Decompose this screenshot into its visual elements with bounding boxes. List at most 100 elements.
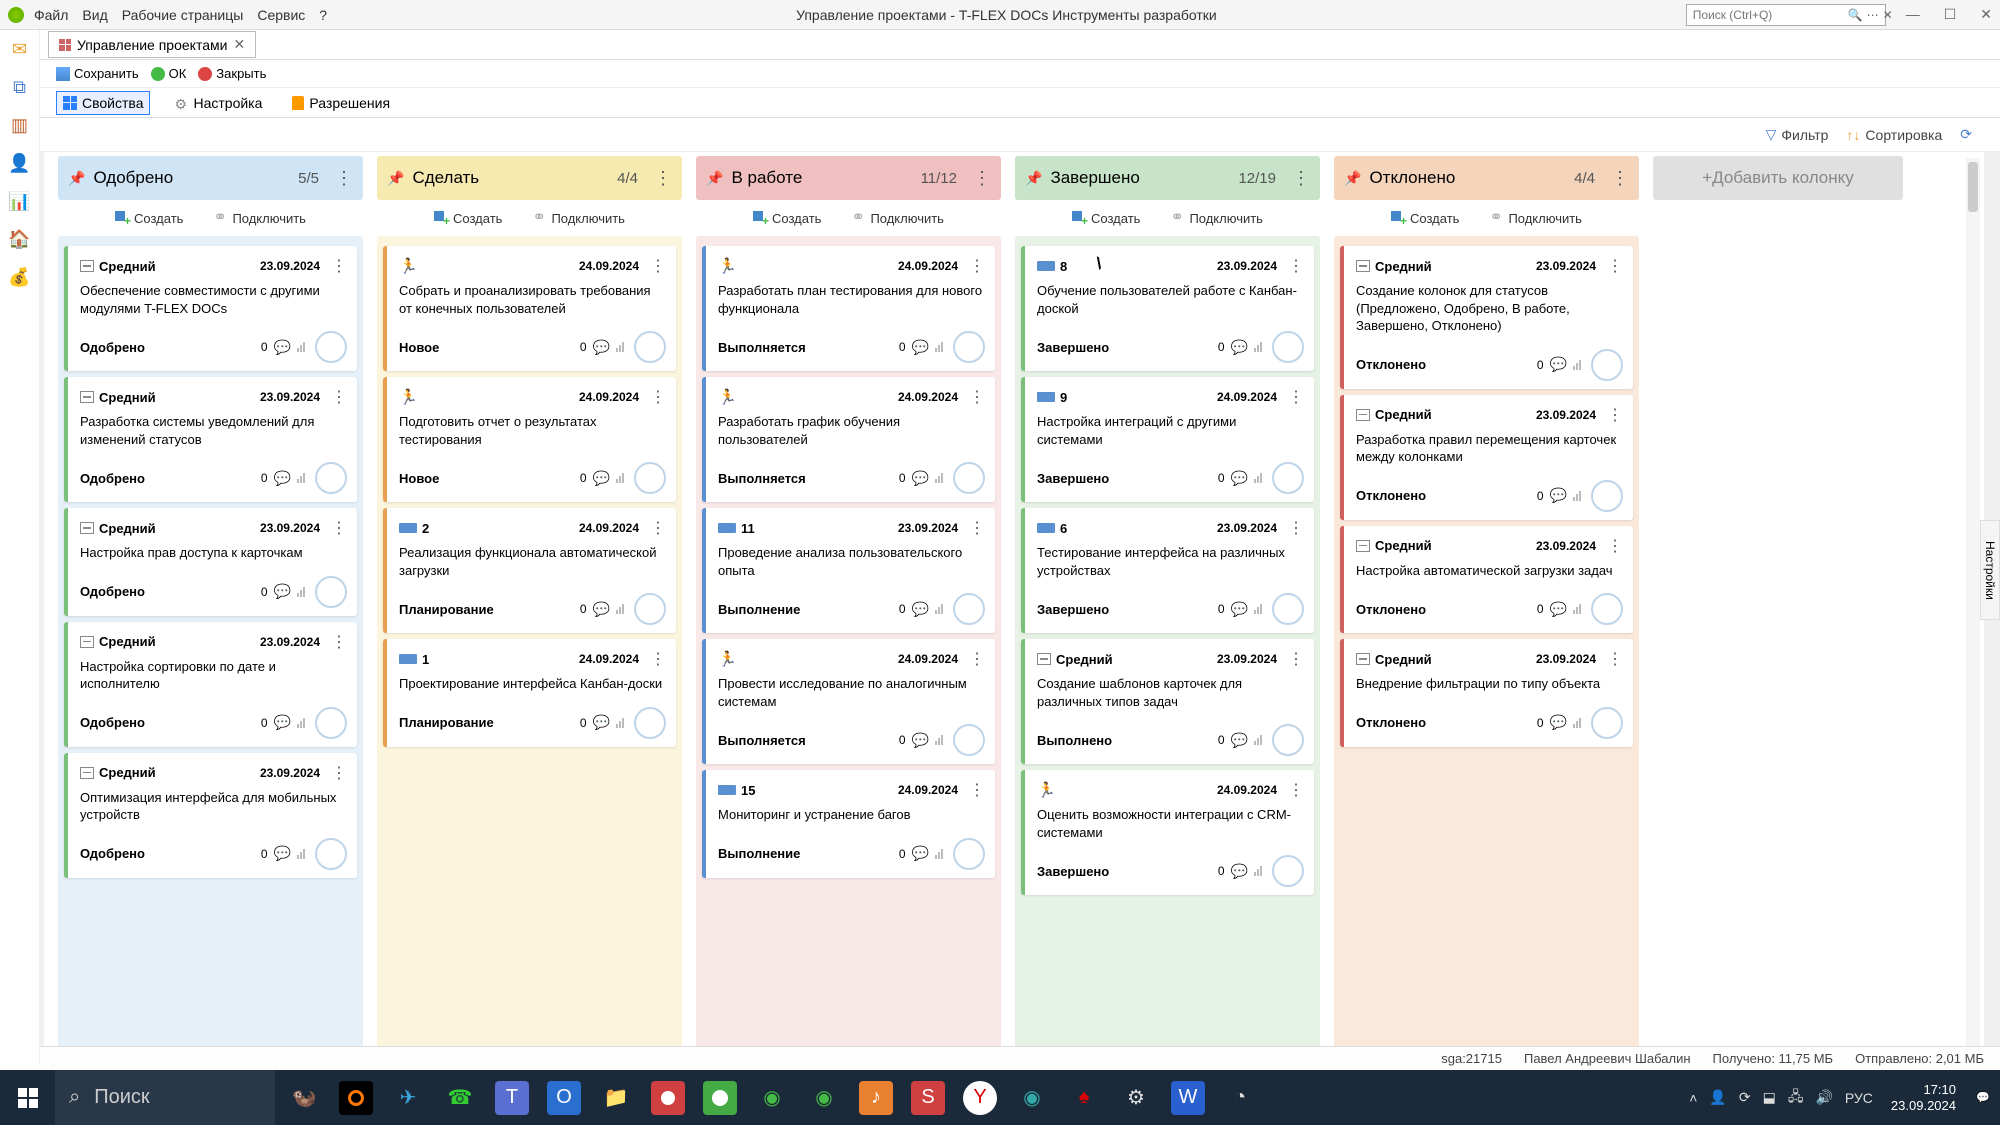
card-avatar[interactable] [634, 707, 666, 739]
create-card-button[interactable]: Создать [1072, 211, 1140, 226]
taskbar-app-whatsapp[interactable]: ☎ [443, 1081, 477, 1115]
pin-icon[interactable]: 📌 [1344, 170, 1361, 187]
tray-cloud-sync-icon[interactable]: ⟳ [1739, 1089, 1751, 1106]
finance-icon[interactable]: 💰 [7, 264, 33, 290]
search-clear-icon[interactable]: ✕ [1883, 8, 1893, 22]
taskbar-app-otter[interactable]: 🦦 [287, 1081, 321, 1115]
comment-icon[interactable]: 💬 [1231, 601, 1248, 618]
kanban-card[interactable]: 🏃 24.09.2024 ⋮ Оценить возможности интег… [1021, 770, 1314, 895]
tray-network-icon[interactable]: 🖧 [1788, 1086, 1804, 1110]
comment-icon[interactable]: 💬 [274, 583, 291, 600]
column-header[interactable]: 📌 В работе 11/12 ⋮ [696, 156, 1001, 200]
poll-icon[interactable] [1573, 718, 1585, 728]
taskbar-app-11[interactable]: S [911, 1081, 945, 1115]
column-header[interactable]: 📌 Отклонено 4/4 ⋮ [1334, 156, 1639, 200]
poll-icon[interactable] [616, 342, 628, 352]
column-menu-icon[interactable]: ⋮ [1611, 168, 1629, 189]
taskbar-app-outlook[interactable]: O [547, 1081, 581, 1115]
kanban-card[interactable]: 1 24.09.2024 ⋮ Проектирование интерфейса… [383, 639, 676, 747]
kanban-card[interactable]: Средний 23.09.2024 ⋮ Настройка автоматич… [1340, 526, 1633, 634]
poll-icon[interactable] [935, 604, 947, 614]
menu-help[interactable]: ? [319, 7, 327, 23]
connect-card-button[interactable]: ⚭Подключить [532, 211, 625, 226]
card-avatar[interactable] [1591, 707, 1623, 739]
kanban-card[interactable]: 15 24.09.2024 ⋮ Мониторинг и устранение … [702, 770, 995, 878]
user-icon[interactable]: 👤 [7, 150, 33, 176]
poll-icon[interactable] [935, 473, 947, 483]
add-column-button[interactable]: +Добавить колонку [1653, 156, 1903, 200]
poll-icon[interactable] [935, 849, 947, 859]
poll-icon[interactable] [616, 473, 628, 483]
comment-icon[interactable]: 💬 [593, 470, 610, 487]
kanban-card[interactable]: 🏃 24.09.2024 ⋮ Разработать план тестиров… [702, 246, 995, 371]
kanban-card[interactable]: 8 23.09.2024 ⋮ Обучение пользователей ра… [1021, 246, 1314, 371]
taskbar-clock[interactable]: 17:10 23.09.2024 [1881, 1082, 1966, 1113]
kanban-card[interactable]: Средний 23.09.2024 ⋮ Оптимизация интерфе… [64, 753, 357, 878]
kanban-card[interactable]: Средний 23.09.2024 ⋮ Внедрение фильтраци… [1340, 639, 1633, 747]
taskbar-app-1[interactable] [339, 1081, 373, 1115]
vertical-scrollbar[interactable] [1966, 158, 1980, 1063]
taskbar-app-6[interactable] [651, 1081, 685, 1115]
taskbar-app-7[interactable] [703, 1081, 737, 1115]
poll-icon[interactable] [616, 718, 628, 728]
close-button[interactable]: Закрыть [198, 66, 266, 81]
connect-card-button[interactable]: ⚭Подключить [1489, 211, 1582, 226]
kanban-card[interactable]: 🏃 24.09.2024 ⋮ Разработать график обучен… [702, 377, 995, 502]
card-menu-icon[interactable]: ⋮ [1607, 256, 1623, 276]
card-avatar[interactable] [953, 462, 985, 494]
menu-service[interactable]: Сервис [257, 7, 305, 23]
card-menu-icon[interactable]: ⋮ [1607, 536, 1623, 556]
card-avatar[interactable] [634, 462, 666, 494]
card-menu-icon[interactable]: ⋮ [331, 518, 347, 538]
mail-icon[interactable]: ✉ [7, 36, 33, 62]
card-menu-icon[interactable]: ⋮ [1288, 256, 1304, 276]
create-card-button[interactable]: Создать [753, 211, 821, 226]
poll-icon[interactable] [297, 718, 309, 728]
card-avatar[interactable] [634, 331, 666, 363]
connect-card-button[interactable]: ⚭Подключить [851, 211, 944, 226]
search-input[interactable] [1693, 8, 1848, 22]
kanban-card[interactable]: 2 24.09.2024 ⋮ Реализация функционала ав… [383, 508, 676, 633]
sort-button[interactable]: ↑↓Сортировка [1846, 127, 1942, 143]
kanban-card[interactable]: 11 23.09.2024 ⋮ Проведение анализа польз… [702, 508, 995, 633]
card-menu-icon[interactable]: ⋮ [969, 649, 985, 669]
taskbar-app-13[interactable]: ♠ [1067, 1081, 1101, 1115]
card-menu-icon[interactable]: ⋮ [969, 256, 985, 276]
poll-icon[interactable] [297, 342, 309, 352]
tray-lang[interactable]: РУС [1845, 1090, 1873, 1106]
card-menu-icon[interactable]: ⋮ [650, 256, 666, 276]
menu-view[interactable]: Вид [82, 7, 107, 23]
comment-icon[interactable]: 💬 [912, 601, 929, 618]
filter-button[interactable]: ▽Фильтр [1766, 126, 1829, 143]
taskbar-app-10[interactable]: ♪ [859, 1081, 893, 1115]
poll-icon[interactable] [935, 735, 947, 745]
comment-icon[interactable]: 💬 [912, 339, 929, 356]
kanban-card[interactable]: Средний 23.09.2024 ⋮ Обеспечение совмест… [64, 246, 357, 371]
card-avatar[interactable] [1591, 349, 1623, 381]
menu-file[interactable]: Файл [34, 7, 68, 23]
minimize-button[interactable]: — [1906, 6, 1920, 23]
comment-icon[interactable]: 💬 [1550, 601, 1567, 618]
ok-button[interactable]: ОК [151, 66, 187, 81]
taskbar-app-telegram[interactable]: ✈ [391, 1081, 425, 1115]
create-card-button[interactable]: Создать [115, 211, 183, 226]
subtab-properties[interactable]: Свойства [56, 91, 150, 115]
connect-card-button[interactable]: ⚭Подключить [213, 211, 306, 226]
taskbar-app-explorer[interactable]: 📁 [599, 1081, 633, 1115]
card-avatar[interactable] [315, 576, 347, 608]
card-menu-icon[interactable]: ⋮ [969, 780, 985, 800]
card-menu-icon[interactable]: ⋮ [969, 518, 985, 538]
card-avatar[interactable] [953, 331, 985, 363]
card-avatar[interactable] [953, 593, 985, 625]
subtab-settings[interactable]: ⚙ Настройка [168, 92, 268, 114]
kanban-card[interactable]: 9 24.09.2024 ⋮ Настройка интеграций с др… [1021, 377, 1314, 502]
poll-icon[interactable] [297, 587, 309, 597]
taskbar-app-edge[interactable]: ◉ [1015, 1081, 1049, 1115]
card-avatar[interactable] [1272, 462, 1304, 494]
notification-center[interactable]: 💬 [1966, 1070, 2000, 1125]
poll-icon[interactable] [1254, 604, 1266, 614]
connect-card-button[interactable]: ⚭Подключить [1170, 211, 1263, 226]
column-menu-icon[interactable]: ⋮ [335, 168, 353, 189]
comment-icon[interactable]: 💬 [274, 470, 291, 487]
comment-icon[interactable]: 💬 [912, 845, 929, 862]
